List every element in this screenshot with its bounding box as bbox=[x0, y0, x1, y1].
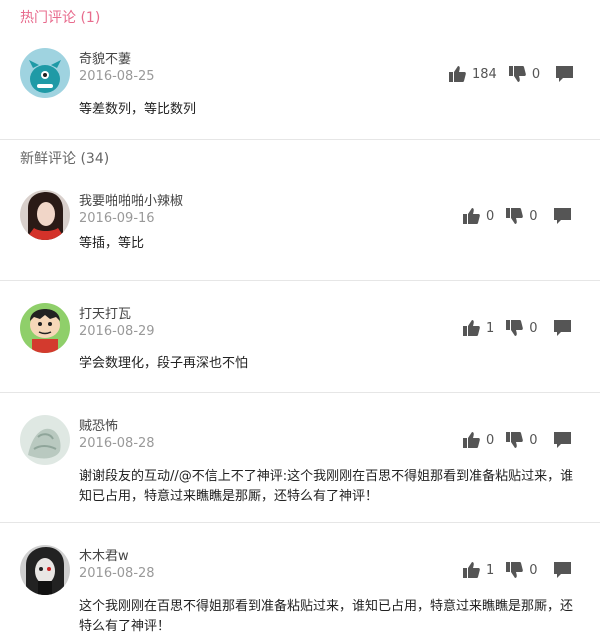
dislike-count: 0 bbox=[529, 562, 538, 578]
like-count: 0 bbox=[486, 208, 495, 224]
like-button[interactable]: 0 bbox=[463, 432, 494, 448]
username[interactable]: 奇貌不萋 bbox=[79, 52, 131, 68]
username[interactable]: 我要啪啪啪小辣椒 bbox=[79, 194, 183, 210]
avatar[interactable] bbox=[20, 190, 70, 240]
comment-text: 学会数理化，段子再深也不怕 bbox=[79, 356, 249, 371]
comment-date: 2016-08-25 bbox=[79, 69, 155, 84]
comment-icon bbox=[553, 432, 571, 448]
reply-button[interactable] bbox=[553, 208, 571, 224]
like-count: 0 bbox=[486, 432, 495, 448]
comment-icon bbox=[553, 320, 571, 336]
comment-actions: 1 0 bbox=[463, 320, 571, 336]
dislike-count: 0 bbox=[529, 320, 538, 336]
like-button[interactable]: 1 bbox=[463, 562, 494, 578]
comment-date: 2016-08-29 bbox=[79, 324, 155, 339]
comment-date: 2016-09-16 bbox=[79, 211, 155, 226]
thumbs-down-icon bbox=[506, 432, 524, 448]
avatar[interactable] bbox=[20, 545, 70, 595]
comment-actions: 1 0 bbox=[463, 562, 571, 578]
username[interactable]: 打天打瓦 bbox=[79, 307, 131, 323]
comment-icon bbox=[553, 208, 571, 224]
hot-comments-title: 热门评论 (1) bbox=[20, 10, 101, 26]
like-button[interactable]: 184 bbox=[449, 66, 497, 82]
comment-actions: 0 0 bbox=[463, 432, 571, 448]
comment-icon bbox=[553, 562, 571, 578]
comment-actions: 184 0 bbox=[449, 66, 574, 82]
section-divider bbox=[0, 139, 600, 140]
comment-text: 等差数列，等比数列 bbox=[79, 102, 197, 117]
reply-button[interactable] bbox=[556, 66, 574, 82]
comment-date: 2016-08-28 bbox=[79, 566, 155, 581]
username[interactable]: 贼恐怖 bbox=[79, 419, 118, 435]
avatar[interactable] bbox=[20, 303, 70, 353]
comment-divider bbox=[0, 522, 600, 523]
comment-divider bbox=[0, 280, 600, 281]
like-count: 1 bbox=[486, 320, 495, 336]
comment-divider bbox=[0, 392, 600, 393]
dislike-button[interactable]: 0 bbox=[506, 562, 538, 578]
avatar[interactable] bbox=[20, 415, 70, 465]
dislike-count: 0 bbox=[531, 66, 541, 82]
thumbs-up-icon bbox=[463, 208, 480, 224]
dislike-count: 0 bbox=[529, 208, 538, 224]
dislike-button[interactable]: 0 bbox=[506, 208, 538, 224]
comment-text: 谢谢段友的互动//@不信上不了神评:这个我刚刚在百思不得姐那看到准备粘贴过来，谁… bbox=[79, 469, 574, 504]
avatar[interactable] bbox=[20, 48, 70, 98]
comment-text: 等插，等比 bbox=[79, 236, 145, 251]
comment-text: 这个我刚刚在百思不得姐那看到准备粘贴过来，谁知已占用，特意过来瞧瞧是那厮，还特么… bbox=[79, 599, 574, 634]
username[interactable]: 木木君w bbox=[79, 549, 129, 565]
like-button[interactable]: 0 bbox=[463, 208, 494, 224]
thumbs-up-icon bbox=[449, 66, 466, 82]
thumbs-down-icon bbox=[506, 320, 524, 336]
comment-date: 2016-08-28 bbox=[79, 436, 155, 451]
reply-button[interactable] bbox=[553, 320, 571, 336]
comment-actions: 0 0 bbox=[463, 208, 571, 224]
thumbs-up-icon bbox=[463, 562, 480, 578]
like-count: 1 bbox=[486, 562, 495, 578]
thumbs-up-icon bbox=[463, 320, 480, 336]
dislike-button[interactable]: 0 bbox=[508, 66, 541, 82]
like-count: 184 bbox=[472, 66, 497, 82]
like-button[interactable]: 1 bbox=[463, 320, 494, 336]
reply-button[interactable] bbox=[553, 432, 571, 448]
thumbs-up-icon bbox=[463, 432, 480, 448]
reply-button[interactable] bbox=[553, 562, 571, 578]
thumbs-down-icon bbox=[506, 562, 524, 578]
comment-icon bbox=[556, 66, 574, 82]
thumbs-down-icon bbox=[508, 66, 526, 82]
dislike-button[interactable]: 0 bbox=[506, 320, 538, 336]
dislike-button[interactable]: 0 bbox=[506, 432, 538, 448]
new-comments-title: 新鲜评论 (34) bbox=[20, 151, 110, 167]
dislike-count: 0 bbox=[529, 432, 538, 448]
thumbs-down-icon bbox=[506, 208, 524, 224]
